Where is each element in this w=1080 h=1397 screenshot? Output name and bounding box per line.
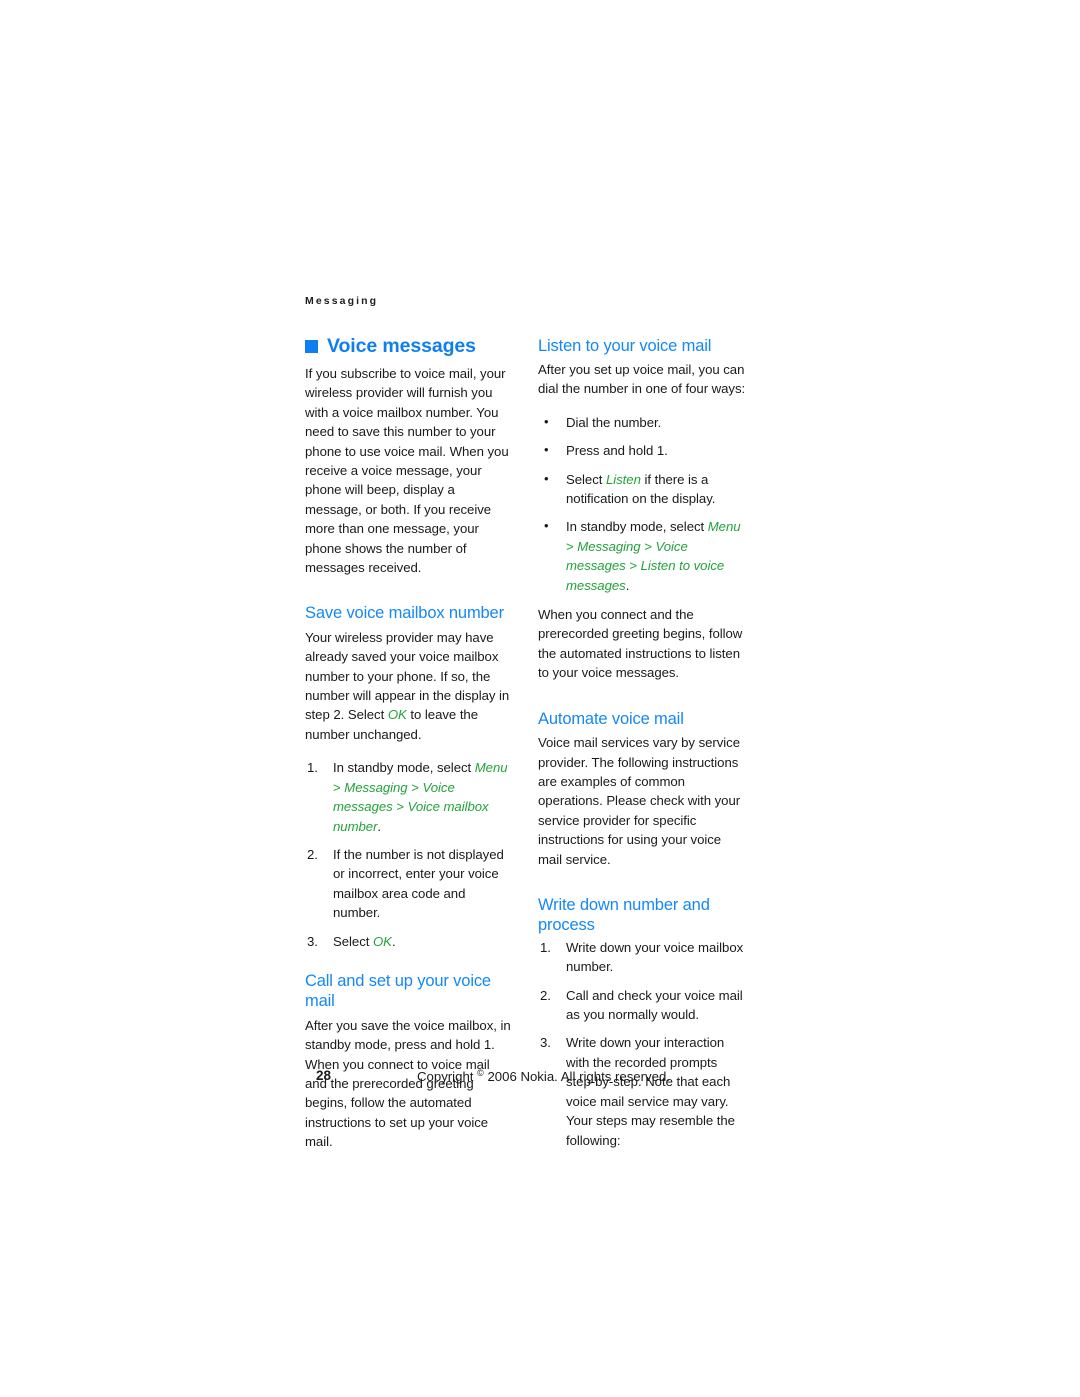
list-item: 3. Write down your interaction with the … [538, 1033, 748, 1149]
menu-ref-menu: Menu [474, 760, 508, 776]
list-item: 3. Select OK. [305, 932, 515, 951]
step-number: 2. [307, 846, 318, 862]
chapter-title-text: Voice messages [327, 334, 476, 357]
menu-ref-listen: Listen [605, 471, 641, 487]
heading-call-and-set-up-voice-mail: Call and set up your voice mail [305, 971, 491, 1011]
bullet-text-part2: . [625, 577, 630, 593]
save-mailbox-steps: 1. In standby mode, select Menu > Messag… [305, 758, 515, 951]
bullet-text-part1: In standby mode, select [566, 519, 708, 535]
menu-ref-ok: OK [372, 933, 392, 949]
manual-page: Messaging Voice messages If you subscrib… [305, 296, 777, 1152]
step-text: Write down your interaction with the rec… [566, 1035, 735, 1148]
bullet-icon: • [544, 442, 549, 458]
bullet-icon: • [544, 413, 549, 429]
copyright-symbol-icon: © [477, 1068, 484, 1078]
step-text-part2: . [377, 818, 382, 834]
step-text-part1: In standby mode, select [333, 760, 475, 776]
list-item: 1. In standby mode, select Menu > Messag… [305, 758, 515, 836]
list-item: • In standby mode, select Menu > Messagi… [538, 517, 748, 595]
step-number: 1. [540, 939, 551, 955]
menu-separator: > [392, 799, 408, 815]
step-text: Call and check your voice mail as you no… [566, 987, 743, 1023]
chapter-title: Voice messages [305, 334, 515, 357]
menu-ref-ok: OK [387, 707, 407, 723]
step-number: 1. [307, 760, 318, 776]
menu-separator: > [333, 779, 345, 795]
heading-automate-voice-mail: Automate voice mail [538, 709, 684, 728]
copyright-prefix: Copyright [417, 1069, 474, 1084]
running-head: Messaging [305, 295, 379, 307]
menu-separator: > [640, 538, 656, 554]
menu-ref-messaging: Messaging [577, 538, 641, 554]
two-column-layout: Voice messages If you subscribe to voice… [305, 334, 777, 1152]
heading-save-voice-mailbox-number: Save voice mailbox number [305, 604, 504, 623]
step-text-part2: . [391, 933, 396, 949]
menu-separator: > [566, 538, 578, 554]
write-down-steps: 1. Write down your voice mailbox number.… [538, 938, 748, 1150]
page-number: 28 [316, 1068, 332, 1083]
menu-separator: > [625, 558, 641, 574]
right-column: Listen to your voice mail After you set … [538, 336, 748, 1150]
step-number: 3. [540, 1035, 551, 1051]
copyright-suffix: 2006 Nokia. All rights reserved. [487, 1069, 670, 1084]
listen-closing-paragraph: When you connect and the prerecorded gre… [538, 607, 743, 681]
bullet-icon: • [544, 470, 549, 486]
save-section-paragraph: Your wireless provider may have already … [305, 628, 515, 744]
bullet-text-part1: Select [566, 471, 606, 487]
step-text: Write down your voice mailbox number. [566, 939, 744, 975]
list-item: 2. Call and check your voice mail as you… [538, 986, 748, 1025]
menu-ref-menu: Menu [707, 519, 741, 535]
bullet-icon: • [544, 518, 549, 534]
step-text-part1: Select [333, 933, 373, 949]
copyright-notice: Copyright © 2006 Nokia. All rights reser… [417, 1068, 670, 1084]
heading-listen-to-your-voice-mail: Listen to your voice mail [538, 336, 712, 355]
intro-paragraph: If you subscribe to voice mail, your wir… [305, 365, 509, 575]
step-number: 2. [540, 987, 551, 1003]
listen-intro-paragraph: After you set up voice mail, you can dia… [538, 361, 746, 397]
menu-separator: > [407, 779, 423, 795]
listen-methods-list: • Dial the number. • Press and hold 1. •… [538, 413, 748, 595]
step-text: If the number is not displayed or incorr… [333, 846, 504, 921]
list-item: • Press and hold 1. [538, 441, 748, 460]
step-number: 3. [307, 933, 318, 949]
bullet-text: Press and hold 1. [566, 443, 668, 459]
heading-write-down-number-and-process: Write down number and process [538, 895, 710, 935]
list-item: 2. If the number is not displayed or inc… [305, 845, 515, 923]
menu-ref-messaging: Messaging [344, 779, 408, 795]
square-bullet-icon [305, 339, 318, 353]
automate-section-paragraph: Voice mail services vary by service prov… [538, 735, 741, 867]
left-column: Voice messages If you subscribe to voice… [305, 334, 515, 1152]
bullet-text: Dial the number. [566, 414, 662, 430]
list-item: • Dial the number. [538, 413, 748, 432]
list-item: 1. Write down your voice mailbox number. [538, 938, 748, 977]
list-item: • Select Listen if there is a notificati… [538, 470, 748, 509]
